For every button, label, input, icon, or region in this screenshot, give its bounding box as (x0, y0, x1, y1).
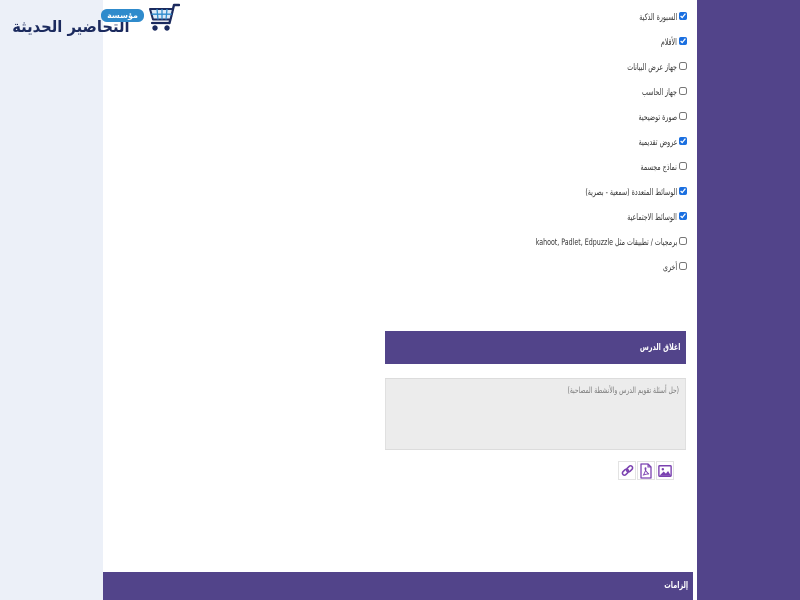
material-option[interactable]: السبورة الذكية (475, 5, 687, 30)
material-checkbox[interactable] (679, 211, 687, 220)
material-checkbox[interactable] (679, 261, 687, 270)
material-option[interactable]: الوسائط المتعددة (سمعية - بصرية) (475, 180, 687, 205)
lesson-closing-header: اغلاق الدرس (385, 331, 686, 364)
material-checkbox[interactable] (679, 36, 687, 45)
shopping-cart-icon (146, 1, 181, 33)
material-option[interactable]: الأقلام (475, 30, 687, 55)
teaching-materials-list: السبورة الذكية الأقلام جهاز عرض البيانات… (475, 5, 687, 280)
logo-badge: مؤسسة (101, 9, 144, 22)
material-option[interactable]: صورة توضيحية (475, 105, 687, 130)
site-logo[interactable]: مؤسسة التحاضير الحديثة (0, 0, 182, 42)
material-option[interactable]: نماذج مجسمة (475, 155, 687, 180)
insert-link-button[interactable] (618, 461, 636, 480)
material-checkbox[interactable] (679, 186, 687, 195)
material-label: الوسائط المتعددة (سمعية - بصرية) (585, 187, 677, 198)
material-checkbox[interactable] (679, 61, 687, 70)
material-label: الأقلام (660, 37, 677, 48)
material-checkbox[interactable] (679, 136, 687, 145)
material-label: السبورة الذكية (638, 12, 677, 23)
lesson-closing-title: اغلاق الدرس (640, 342, 681, 353)
material-checkbox[interactable] (679, 236, 687, 245)
material-checkbox[interactable] (679, 11, 687, 20)
obligations-section-header: إلزامات (103, 572, 693, 600)
material-label: الوسائط الاجتماعية (627, 212, 677, 223)
material-option[interactable]: جهاز عرض البيانات (475, 55, 687, 80)
attach-pdf-button[interactable] (637, 461, 655, 480)
material-label: عروض تقديمية (638, 137, 677, 148)
material-label: نماذج مجسمة (640, 162, 677, 173)
material-option[interactable]: برمجيات / تطبيقات مثل kahoot, Padlet, Ed… (475, 230, 687, 255)
link-icon (621, 464, 634, 477)
material-checkbox[interactable] (679, 161, 687, 170)
material-option[interactable]: أخرى (475, 255, 687, 280)
image-icon (658, 464, 672, 478)
material-label: برمجيات / تطبيقات مثل kahoot, Padlet, Ed… (535, 237, 677, 248)
material-checkbox[interactable] (679, 111, 687, 120)
material-option[interactable]: عروض تقديمية (475, 130, 687, 155)
material-checkbox[interactable] (679, 86, 687, 95)
material-option[interactable]: الوسائط الاجتماعية (475, 205, 687, 230)
right-sidebar-strip (697, 0, 800, 600)
material-label: جهاز الحاسب (642, 87, 677, 98)
pdf-file-icon (640, 462, 652, 479)
material-label: جهاز عرض البيانات (627, 62, 677, 73)
lesson-closing-textarea[interactable] (385, 378, 686, 450)
material-option[interactable]: جهاز الحاسب (475, 80, 687, 105)
material-label: أخرى (662, 262, 677, 273)
obligations-title: إلزامات (664, 581, 688, 591)
material-label: صورة توضيحية (638, 112, 677, 123)
insert-image-button[interactable] (656, 461, 674, 480)
